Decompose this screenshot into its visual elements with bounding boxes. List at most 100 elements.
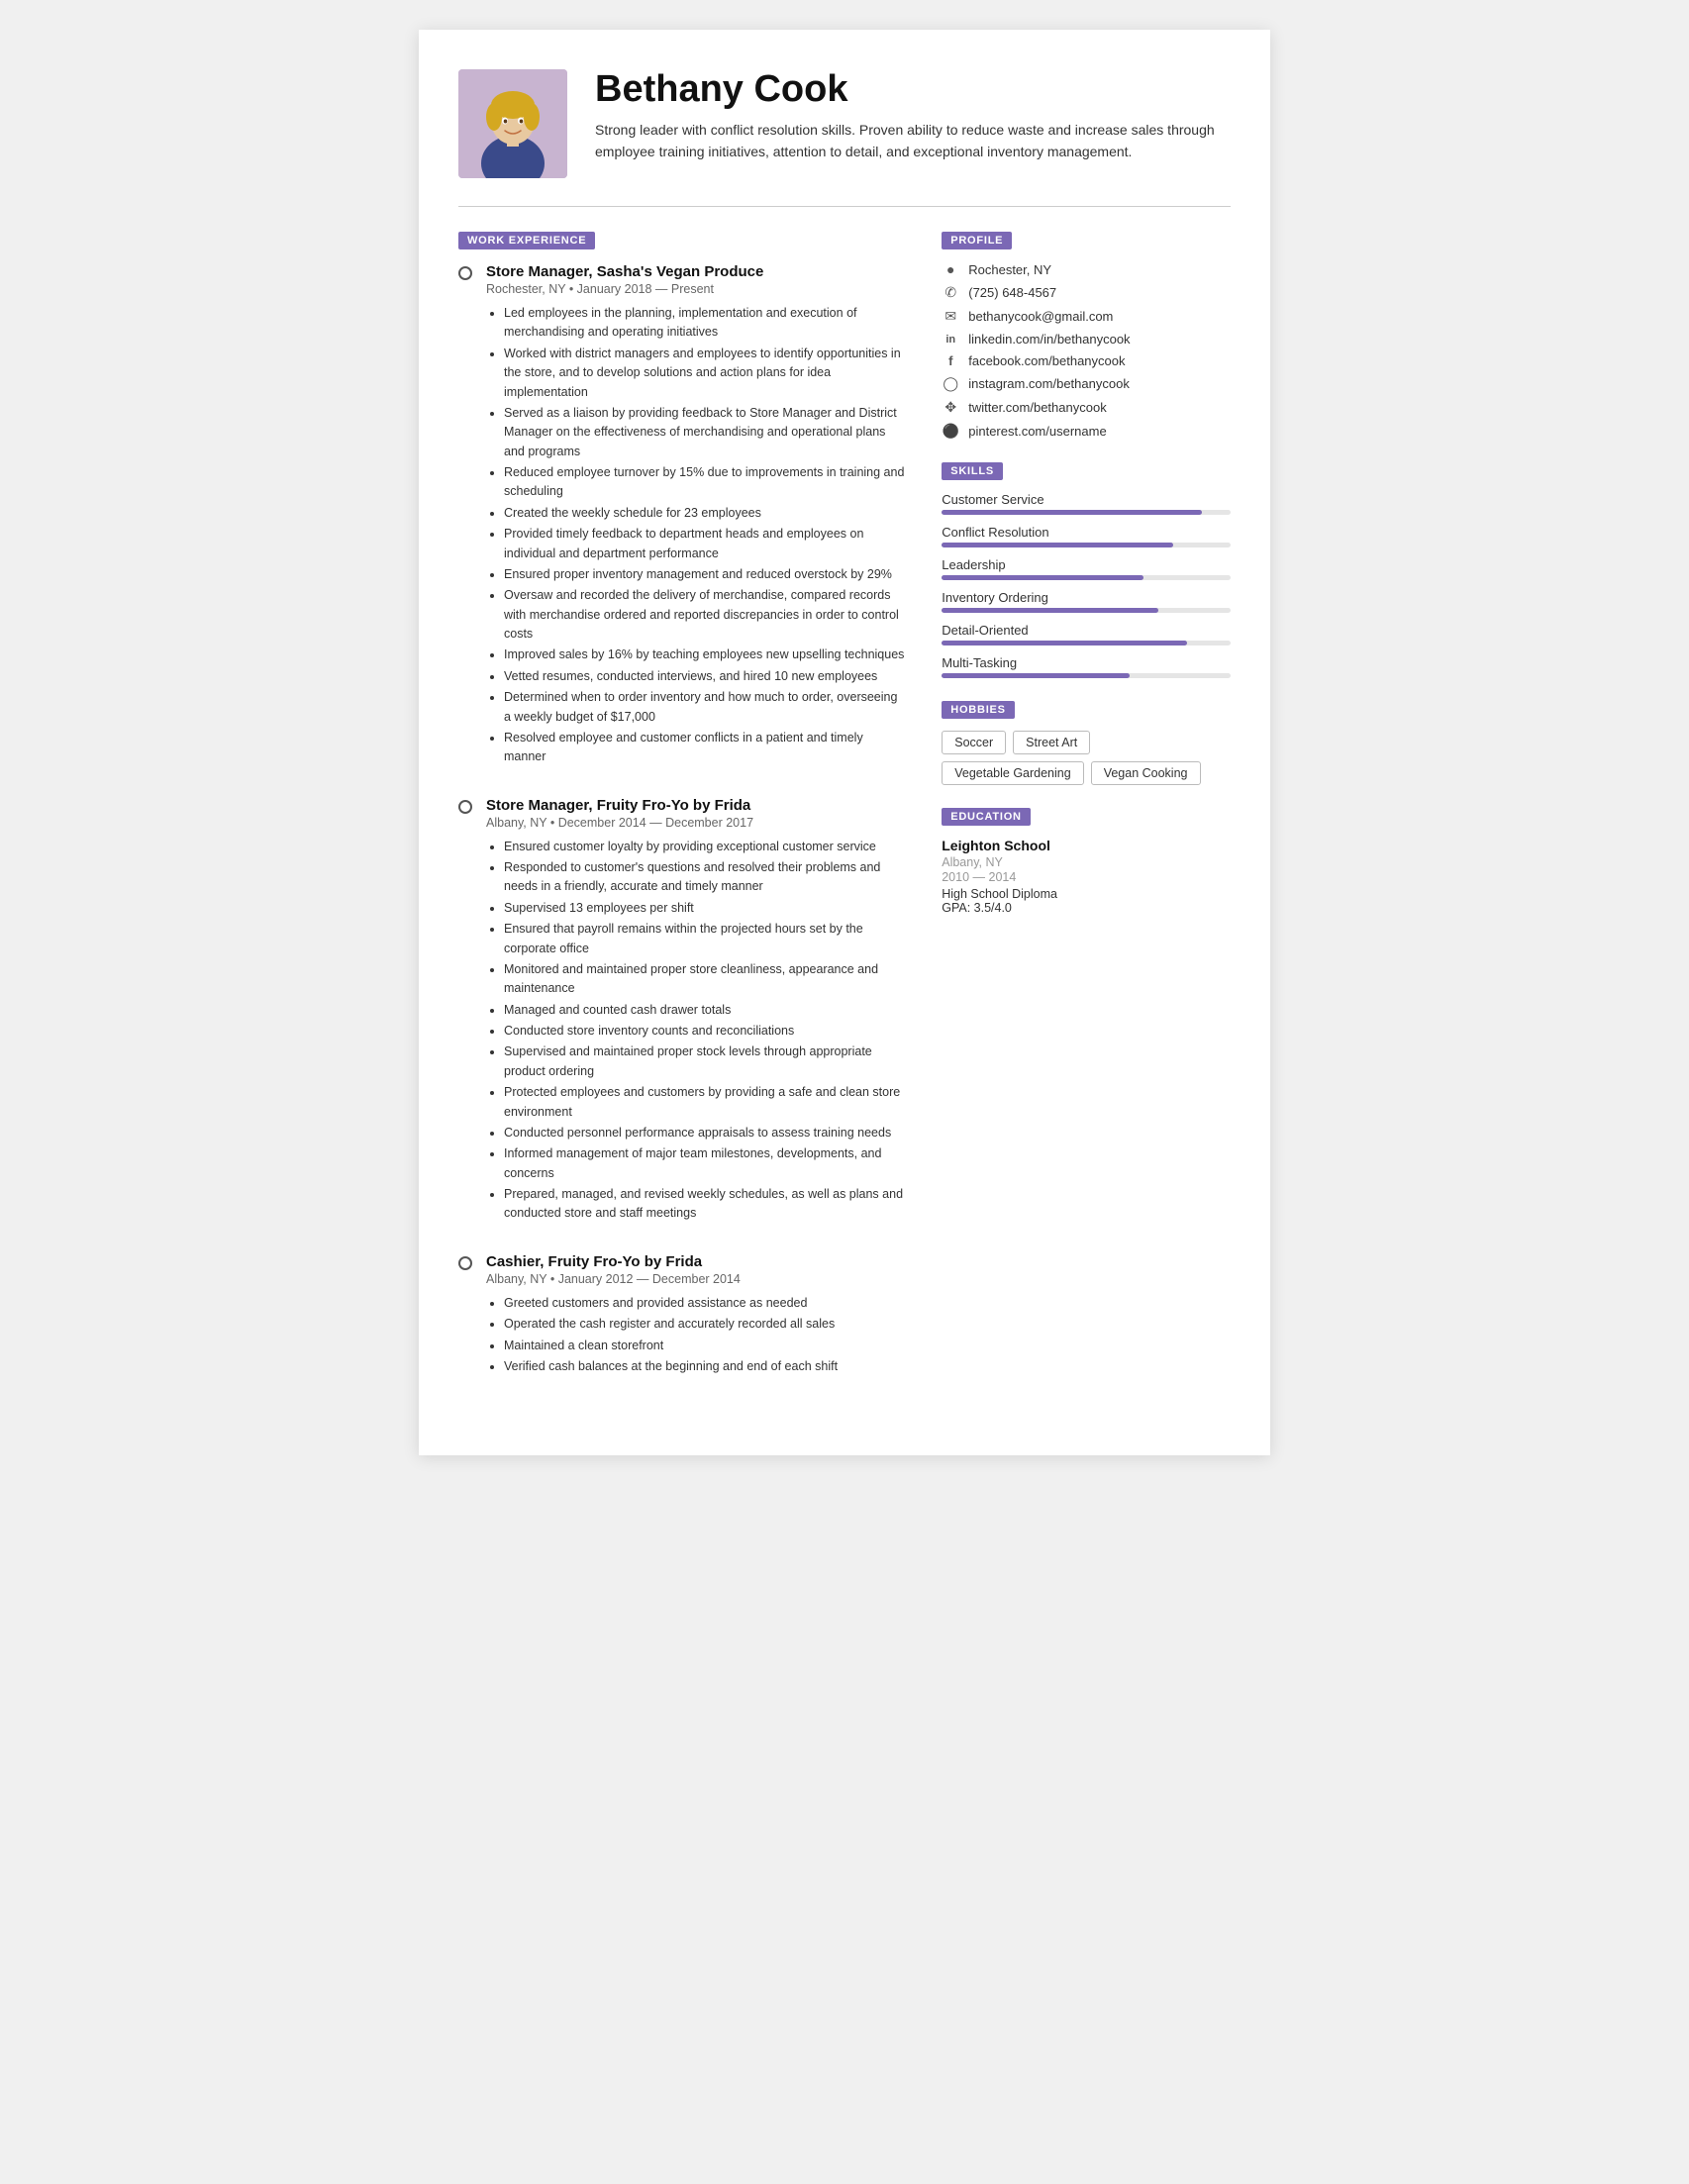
header-divider (458, 206, 1231, 207)
bullet: Conducted personnel performance appraisa… (504, 1124, 906, 1142)
bullet: Informed management of major team milest… (504, 1144, 906, 1183)
skill-bar-fill (942, 673, 1130, 678)
candidate-summary: Strong leader with conflict resolution s… (595, 119, 1231, 163)
main-content: WORK EXPERIENCE Store Manager, Sasha's V… (458, 231, 1231, 1406)
job-circle-2 (458, 800, 472, 814)
skill-name: Detail-Oriented (942, 623, 1231, 638)
skills-label: SKILLS (942, 462, 1003, 480)
email-text: bethanycook@gmail.com (968, 309, 1113, 324)
bullet: Verified cash balances at the beginning … (504, 1357, 906, 1376)
job-circle-1 (458, 266, 472, 280)
bullet: Ensured that payroll remains within the … (504, 920, 906, 958)
skill-bar-fill (942, 608, 1158, 613)
instagram-icon: ◯ (942, 375, 959, 392)
bullet: Created the weekly schedule for 23 emplo… (504, 504, 906, 523)
hobby-tag: Vegan Cooking (1091, 761, 1201, 785)
skill-bar-bg (942, 641, 1231, 645)
profile-email: ✉ bethanycook@gmail.com (942, 308, 1231, 325)
skill-bar-bg (942, 510, 1231, 515)
hobbies-label: HOBBIES (942, 701, 1015, 719)
profile-twitter: ✥ twitter.com/bethanycook (942, 399, 1231, 416)
bullet: Responded to customer's questions and re… (504, 858, 906, 897)
bullet: Maintained a clean storefront (504, 1337, 906, 1355)
skill-item: Leadership (942, 557, 1231, 580)
bullet: Supervised and maintained proper stock l… (504, 1042, 906, 1081)
twitter-text: twitter.com/bethanycook (968, 400, 1106, 415)
bullet: Supervised 13 employees per shift (504, 899, 906, 918)
profile-pinterest: ⚫ pinterest.com/username (942, 423, 1231, 440)
profile-location: ● Rochester, NY (942, 261, 1231, 277)
skill-name: Conflict Resolution (942, 525, 1231, 540)
edu-gpa: GPA: 3.5/4.0 (942, 901, 1231, 915)
job-content-1: Store Manager, Sasha's Vegan Produce Roc… (486, 263, 906, 769)
profile-instagram: ◯ instagram.com/bethanycook (942, 375, 1231, 392)
pinterest-text: pinterest.com/username (968, 424, 1106, 439)
linkedin-icon: in (942, 334, 959, 346)
hobby-tag: Street Art (1013, 731, 1090, 754)
bullet: Resolved employee and customer conflicts… (504, 729, 906, 767)
bullet: Reduced employee turnover by 15% due to … (504, 463, 906, 502)
job-circle-3 (458, 1256, 472, 1270)
skill-bar-fill (942, 575, 1143, 580)
skill-bar-bg (942, 673, 1231, 678)
edu-school: Leighton School (942, 838, 1231, 853)
hobby-tag: Vegetable Gardening (942, 761, 1083, 785)
skills-list: Customer Service Conflict Resolution Lea… (942, 492, 1231, 678)
skill-item: Customer Service (942, 492, 1231, 515)
linkedin-text: linkedin.com/in/bethanycook (968, 332, 1130, 347)
bullet: Vetted resumes, conducted interviews, an… (504, 667, 906, 686)
work-experience-label: WORK EXPERIENCE (458, 232, 595, 249)
job-bullets-3: Greeted customers and provided assistanc… (504, 1294, 906, 1377)
skill-name: Customer Service (942, 492, 1231, 507)
job-content-2: Store Manager, Fruity Fro-Yo by Frida Al… (486, 797, 906, 1226)
bullet: Greeted customers and provided assistanc… (504, 1294, 906, 1313)
resume-container: Bethany Cook Strong leader with conflict… (419, 30, 1270, 1455)
job-meta-1: Rochester, NY • January 2018 — Present (486, 282, 906, 296)
skill-item: Inventory Ordering (942, 590, 1231, 613)
skill-item: Detail-Oriented (942, 623, 1231, 645)
left-column: WORK EXPERIENCE Store Manager, Sasha's V… (458, 231, 906, 1406)
facebook-icon: f (942, 353, 959, 368)
edu-degree: High School Diploma (942, 887, 1231, 901)
profile-linkedin: in linkedin.com/in/bethanycook (942, 332, 1231, 347)
bullet: Served as a liaison by providing feedbac… (504, 404, 906, 461)
skill-item: Conflict Resolution (942, 525, 1231, 547)
job-title-1: Store Manager, Sasha's Vegan Produce (486, 263, 906, 280)
profile-phone: ✆ (725) 648-4567 (942, 284, 1231, 301)
skill-bar-fill (942, 641, 1187, 645)
bullet: Prepared, managed, and revised weekly sc… (504, 1185, 906, 1224)
skill-bar-bg (942, 543, 1231, 547)
profile-facebook: f facebook.com/bethanycook (942, 353, 1231, 368)
twitter-icon: ✥ (942, 399, 959, 416)
hobby-tag: Soccer (942, 731, 1006, 754)
phone-icon: ✆ (942, 284, 959, 301)
education-section: EDUCATION Leighton School Albany, NY 201… (942, 807, 1231, 915)
bullet: Ensured customer loyalty by providing ex… (504, 838, 906, 856)
bullet: Operated the cash register and accuratel… (504, 1315, 906, 1334)
hobbies-section: HOBBIES Soccer Street Art Vegetable Garden… (942, 700, 1231, 785)
hobbies-list: Soccer Street Art Vegetable Gardening Vegan… (942, 731, 1231, 785)
skill-item: Multi-Tasking (942, 655, 1231, 678)
skill-name: Multi-Tasking (942, 655, 1231, 670)
candidate-name: Bethany Cook (595, 69, 1231, 111)
header-section: Bethany Cook Strong leader with conflict… (458, 69, 1231, 178)
instagram-text: instagram.com/bethanycook (968, 376, 1130, 391)
location-text: Rochester, NY (968, 262, 1051, 277)
bullet: Oversaw and recorded the delivery of mer… (504, 586, 906, 644)
bullet: Improved sales by 16% by teaching employ… (504, 645, 906, 664)
bullet: Ensured proper inventory management and … (504, 565, 906, 584)
profile-label: PROFILE (942, 232, 1012, 249)
job-entry-1: Store Manager, Sasha's Vegan Produce Roc… (458, 263, 906, 769)
bullet: Managed and counted cash drawer totals (504, 1001, 906, 1020)
skill-name: Leadership (942, 557, 1231, 572)
job-title-3: Cashier, Fruity Fro-Yo by Frida (486, 1253, 906, 1270)
avatar (458, 69, 567, 178)
pinterest-icon: ⚫ (942, 423, 959, 440)
right-column: PROFILE ● Rochester, NY ✆ (725) 648-4567… (942, 231, 1231, 1406)
job-meta-3: Albany, NY • January 2012 — December 201… (486, 1272, 906, 1286)
bullet: Monitored and maintained proper store cl… (504, 960, 906, 999)
bullet: Led employees in the planning, implement… (504, 304, 906, 343)
skills-section: SKILLS Customer Service Conflict Resolut… (942, 461, 1231, 678)
job-meta-2: Albany, NY • December 2014 — December 20… (486, 816, 906, 830)
skill-bar-bg (942, 608, 1231, 613)
